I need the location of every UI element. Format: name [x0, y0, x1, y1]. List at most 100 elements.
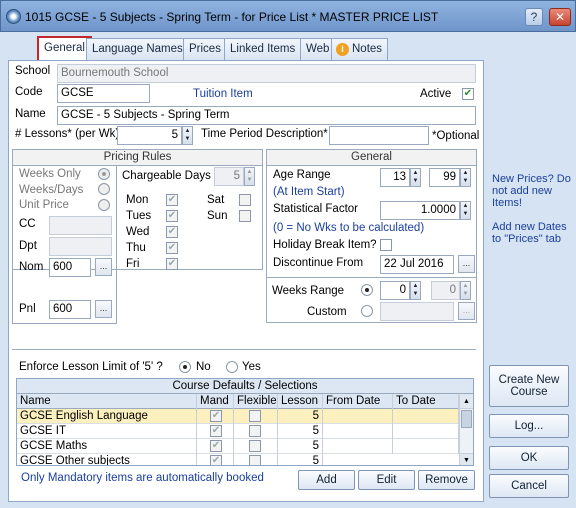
nom-lookup-button[interactable]: ...	[95, 258, 112, 276]
day-tues-checkbox[interactable]: ✔	[166, 210, 178, 222]
period-field[interactable]	[329, 126, 429, 145]
enforce-no-radio[interactable]	[179, 361, 191, 373]
unit-price-radio[interactable]	[98, 199, 110, 211]
row-lesson: 5	[278, 409, 323, 424]
stat-factor-field[interactable]: 1.0000	[380, 201, 460, 220]
flexible-checkbox[interactable]	[249, 440, 261, 452]
row-to-date	[393, 439, 459, 454]
ok-button[interactable]: OK	[489, 446, 569, 470]
log-button[interactable]: Log...	[489, 414, 569, 438]
edit-button[interactable]: Edit	[358, 470, 415, 490]
cancel-button[interactable]: Cancel	[489, 474, 569, 498]
custom-lookup-button[interactable]: ...	[458, 302, 475, 320]
tab-notes[interactable]: i Notes	[331, 38, 389, 60]
mand-checkbox[interactable]: ✔	[210, 410, 222, 422]
enforce-no-label: No	[196, 361, 211, 373]
day-thu-checkbox[interactable]: ✔	[166, 242, 178, 254]
custom-radio[interactable]	[361, 305, 373, 317]
row-lesson: 5	[278, 424, 323, 439]
tab-notes-label: Notes	[352, 43, 383, 55]
col-lesson[interactable]: Lesson	[278, 394, 323, 409]
day-mon-checkbox[interactable]: ✔	[166, 194, 178, 206]
col-from-date[interactable]: From Date	[323, 394, 393, 409]
name-label: Name	[15, 108, 46, 120]
holiday-checkbox[interactable]	[380, 239, 392, 251]
discontinue-lookup-button[interactable]: ...	[458, 255, 475, 273]
day-sat-checkbox[interactable]	[239, 194, 251, 206]
flexible-checkbox[interactable]	[249, 410, 261, 422]
age-from-spinner[interactable]: ▲ ▼	[410, 168, 421, 187]
row-to-date	[393, 409, 459, 424]
age-to-spinner[interactable]: ▲ ▼	[460, 168, 471, 187]
custom-field	[380, 302, 454, 321]
scroll-thumb[interactable]	[461, 410, 472, 428]
flexible-checkbox[interactable]	[249, 425, 261, 437]
custom-label: Custom	[307, 306, 347, 318]
weeks-to-spinner[interactable]: ▲ ▼	[460, 281, 471, 300]
tab-prices[interactable]: Prices	[183, 38, 227, 60]
col-name[interactable]: Name	[17, 394, 197, 409]
mand-checkbox[interactable]: ✔	[210, 425, 222, 437]
discontinue-label: Discontinue From	[273, 257, 364, 269]
table-row[interactable]: GCSE English Language ✔ 5	[17, 409, 473, 424]
weeks-days-radio[interactable]	[98, 183, 110, 195]
table-scrollbar[interactable]: ▲ ▼	[459, 395, 473, 465]
name-field[interactable]: GCSE - 5 Subjects - Spring Term	[57, 106, 476, 125]
chargeable-days-spinner[interactable]: ▲ ▼	[244, 167, 255, 186]
scroll-up-arrow[interactable]: ▲	[460, 395, 473, 409]
tab-language-names[interactable]: Language Names	[86, 38, 189, 60]
stat-factor-label: Statistical Factor	[273, 203, 358, 215]
row-name: GCSE IT	[17, 424, 197, 439]
age-from-field[interactable]: 13	[380, 168, 410, 187]
close-button[interactable]: ✕	[549, 8, 571, 26]
enforce-yes-radio[interactable]	[226, 361, 238, 373]
remove-button[interactable]: Remove	[418, 470, 475, 490]
create-new-course-button[interactable]: Create New Course	[489, 365, 569, 407]
flexible-checkbox[interactable]	[249, 455, 261, 465]
weeks-only-radio[interactable]	[98, 168, 110, 180]
mand-cell: ✔	[197, 409, 234, 424]
enforce-yes-label: Yes	[242, 361, 261, 373]
weeks-from-spinner[interactable]: ▲ ▼	[410, 281, 421, 300]
col-flexible[interactable]: Flexible	[234, 394, 278, 409]
discontinue-field[interactable]: 22 Jul 2016	[380, 255, 454, 274]
lessons-field[interactable]: 5	[117, 126, 182, 145]
table-row[interactable]: GCSE Maths ✔ 5	[17, 439, 473, 454]
scroll-down-arrow[interactable]: ▼	[460, 453, 473, 465]
weeks-range-label: Weeks Range	[272, 285, 345, 297]
row-lesson: 5	[278, 439, 323, 454]
col-to-date[interactable]: To Date	[393, 394, 459, 409]
age-to-field[interactable]: 99	[429, 168, 460, 187]
weeks-days-label: Weeks/Days	[19, 184, 84, 196]
stat-factor-spinner[interactable]: ▲ ▼	[460, 201, 471, 220]
tab-general[interactable]: General	[37, 36, 92, 60]
row-from-date	[323, 424, 393, 439]
help-button[interactable]: ?	[525, 8, 543, 26]
code-field[interactable]: GCSE	[57, 84, 150, 103]
row-from-date	[323, 439, 393, 454]
table-row[interactable]: GCSE IT ✔ 5	[17, 424, 473, 439]
day-fri-checkbox[interactable]: ✔	[166, 258, 178, 270]
pnl-field[interactable]: 600	[49, 300, 91, 319]
info-icon: i	[336, 43, 349, 56]
pnl-lookup-button[interactable]: ...	[95, 300, 112, 318]
school-label: School	[15, 65, 51, 77]
day-wed-checkbox[interactable]: ✔	[166, 226, 178, 238]
col-mand[interactable]: Mand	[197, 394, 234, 409]
add-button[interactable]: Add	[298, 470, 355, 490]
active-checkbox[interactable]: ✔	[462, 88, 474, 100]
mand-checkbox[interactable]: ✔	[210, 455, 222, 465]
weeks-from-field[interactable]: 0	[380, 281, 410, 300]
flexible-cell	[234, 409, 278, 424]
table-row[interactable]: GCSE Other subjects ✔ 5	[17, 454, 473, 465]
row-name: GCSE Other subjects	[17, 454, 197, 465]
dpt-field	[49, 237, 112, 256]
day-sun-checkbox[interactable]	[239, 210, 251, 222]
tab-linked-items[interactable]: Linked Items	[224, 38, 302, 60]
at-item-start-note: (At Item Start)	[273, 186, 345, 198]
mand-checkbox[interactable]: ✔	[210, 440, 222, 452]
nom-field[interactable]: 600	[49, 258, 91, 277]
optional-label: *Optional	[432, 130, 480, 142]
weeks-range-radio[interactable]	[361, 284, 373, 296]
lessons-spinner[interactable]: ▲ ▼	[182, 126, 193, 145]
